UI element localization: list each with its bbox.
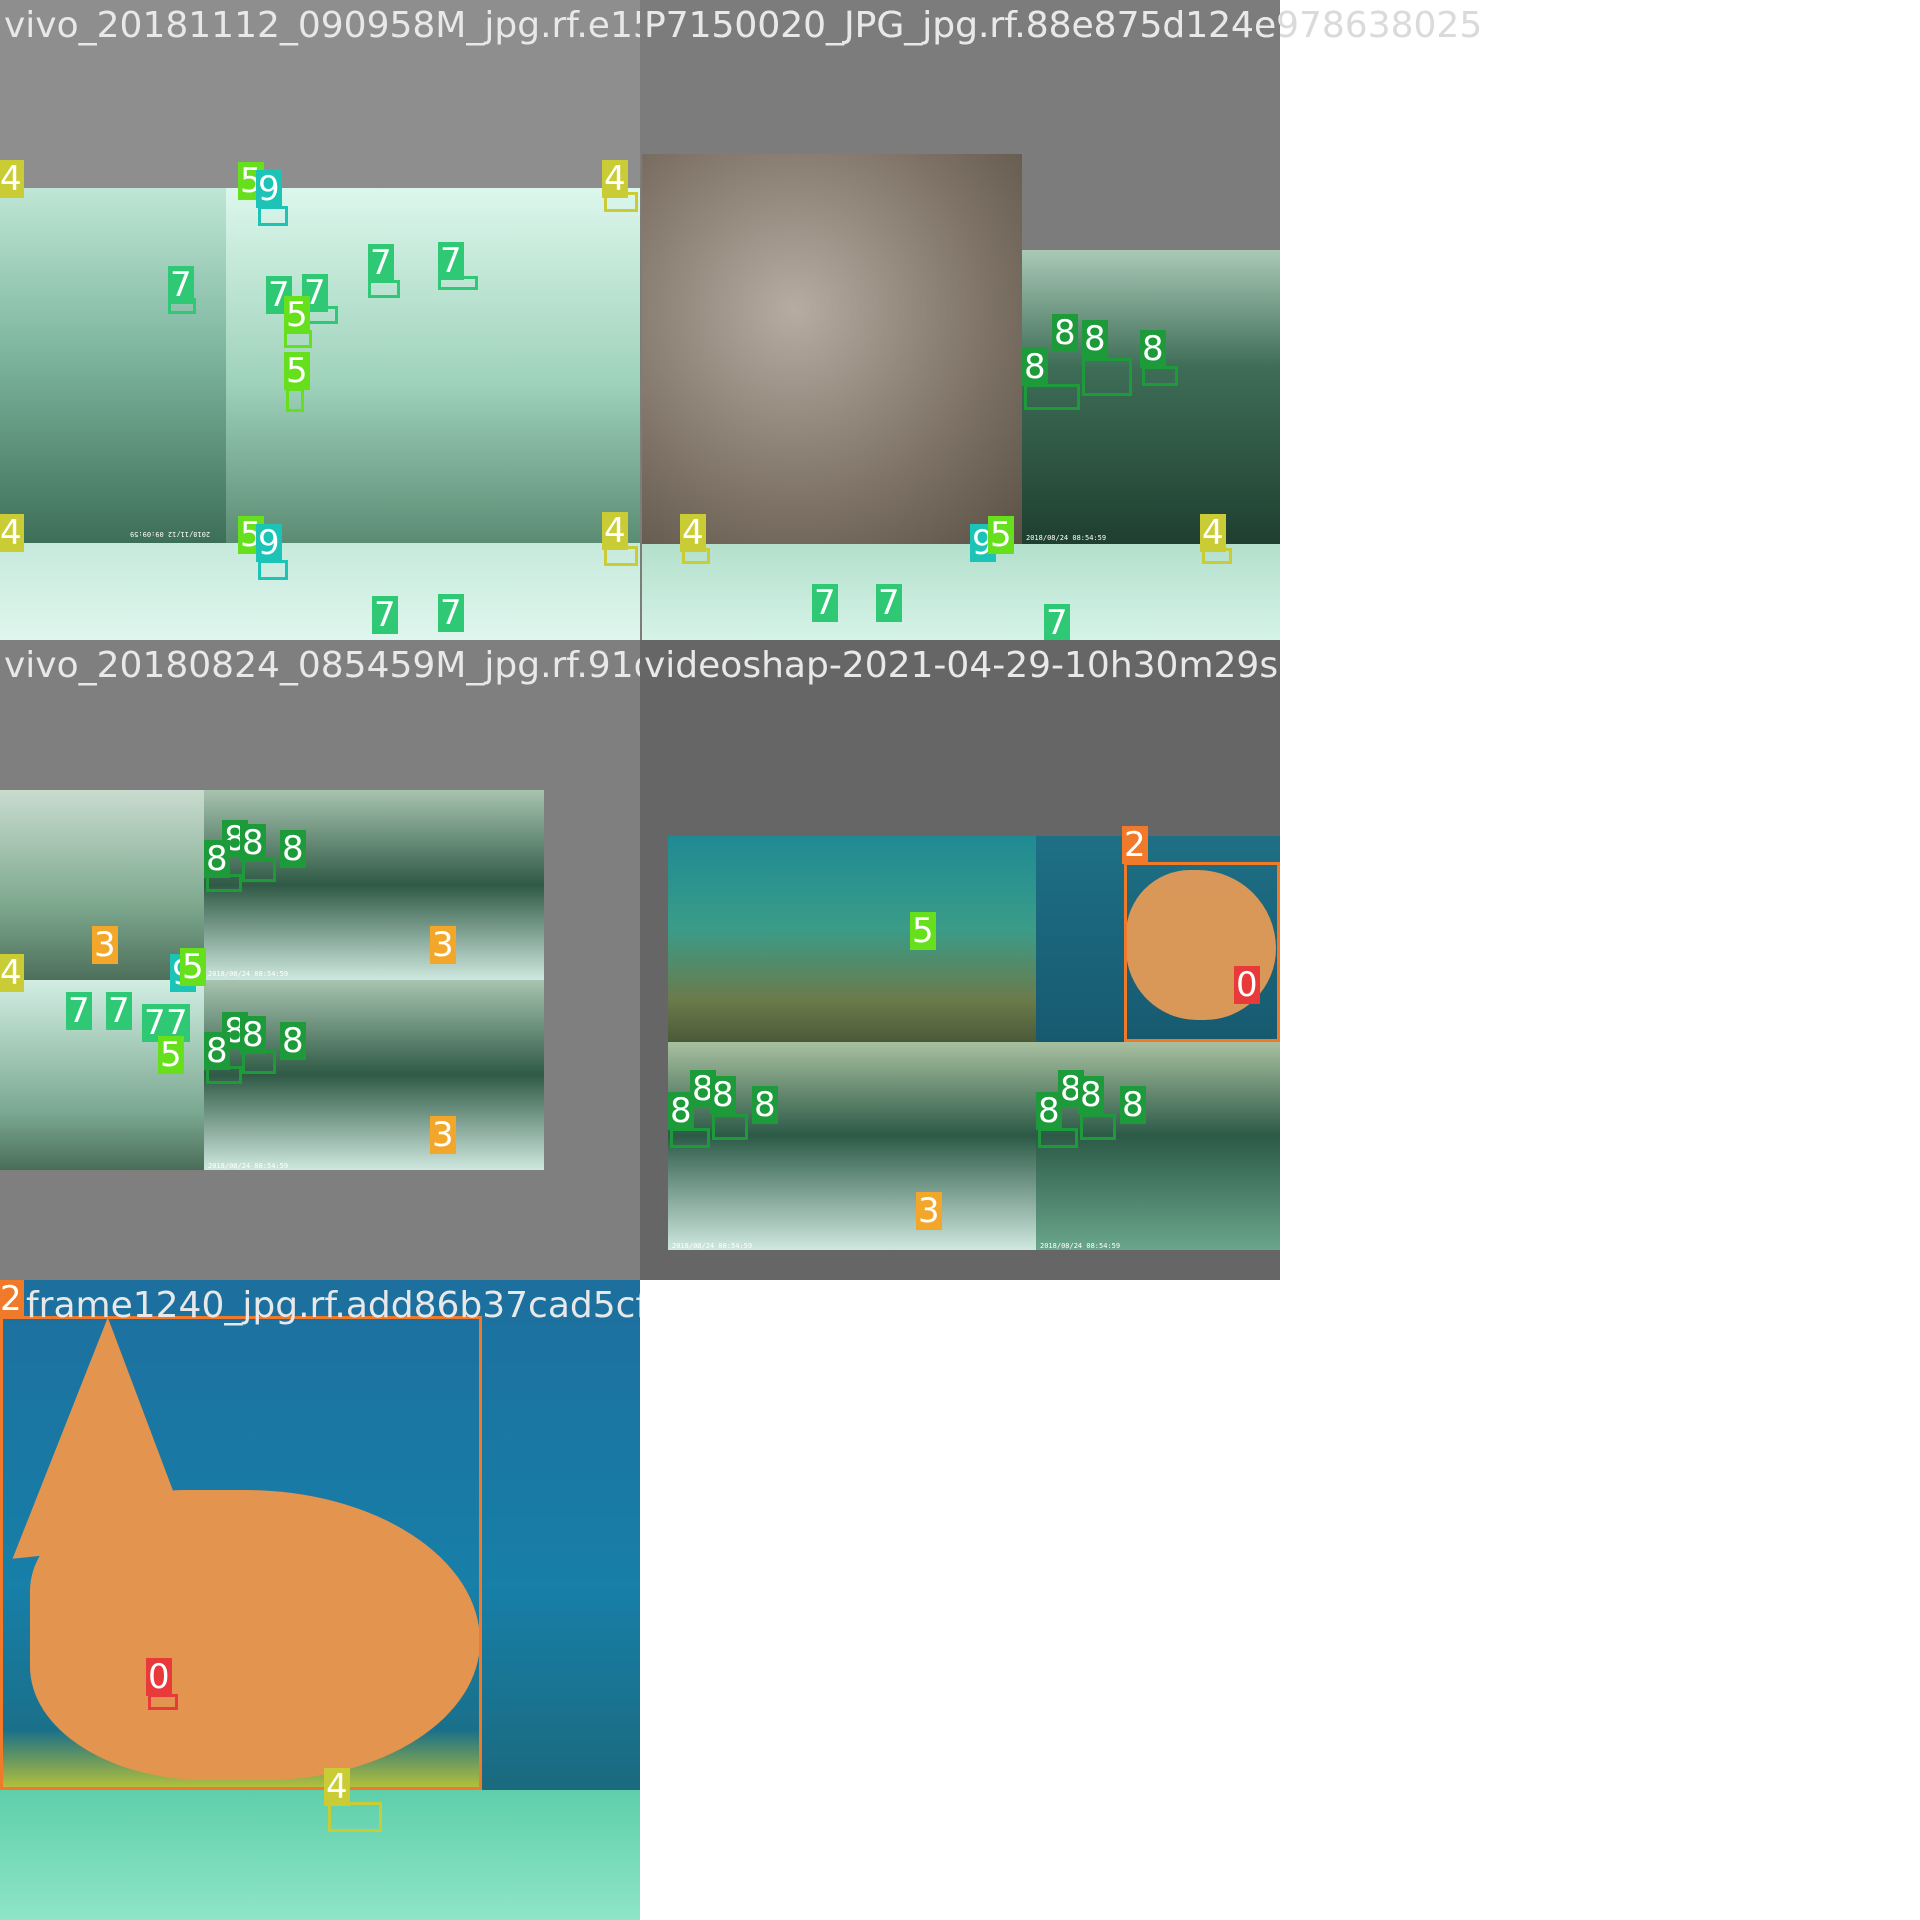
class-label-8: 8 xyxy=(1078,1075,1104,1115)
class-label-8: 8 xyxy=(1022,347,1048,387)
class-label-8: 8 xyxy=(710,1075,736,1115)
photo-timestamp: 2018/08/24 08:54:59 xyxy=(1026,534,1107,542)
class-label-7: 7 xyxy=(368,243,394,283)
mosaic-tile-2: 2018/08/24 08:54:59 8 8 8 8 4 9 5 4 7 7 … xyxy=(640,0,1280,640)
detection-box xyxy=(0,1316,482,1790)
class-label-3: 3 xyxy=(92,925,118,965)
photo-timestamp: 2018/08/24 08:54:59 xyxy=(672,1242,753,1250)
photo-timestamp: 2018/11/12 09:09:59 xyxy=(130,530,211,538)
class-label-4: 4 xyxy=(680,513,706,553)
class-label-7: 7 xyxy=(106,991,132,1031)
class-label-4: 4 xyxy=(324,1767,350,1807)
mosaic-tile-5: 2 0 4 frame1240_jpg.rf.add86b37cad5cf5b2… xyxy=(0,1280,640,1920)
class-label-8: 8 xyxy=(1120,1085,1146,1125)
underwater-photo-left xyxy=(0,188,226,543)
tile-title: vivo_20181112_090958M_jpg.rf.e15c8970b5b… xyxy=(4,5,640,46)
underwater-photo-bottom xyxy=(0,543,640,640)
mosaic-tile-3: 2018/08/24 08:54:59 2018/08/24 08:54:59 … xyxy=(0,640,640,1280)
class-label-5: 5 xyxy=(910,911,936,951)
class-label-4: 4 xyxy=(0,513,24,553)
class-label-7: 7 xyxy=(372,595,398,635)
detection-box xyxy=(1038,1128,1078,1148)
class-label-8: 8 xyxy=(204,1031,230,1071)
seabed-photo xyxy=(642,154,1022,544)
detection-box xyxy=(670,1128,710,1148)
detection-box xyxy=(1024,384,1080,410)
class-label-8: 8 xyxy=(240,1015,266,1055)
underwater-photo-br xyxy=(204,980,544,1170)
class-label-4: 4 xyxy=(602,159,628,199)
class-label-4: 4 xyxy=(1200,513,1226,553)
detection-box xyxy=(712,1114,748,1140)
mosaic-tile-4: 2018/08/24 08:54:59 2018/08/24 08:54:59 … xyxy=(640,640,1280,1280)
tile-title: videoshap-2021-04-29-10h30m29s339_jpg.rf… xyxy=(644,645,1280,686)
detection-box xyxy=(1082,358,1132,396)
class-label-8: 8 xyxy=(204,839,230,879)
tile-title: frame1240_jpg.rf.add86b37cad5cf5b2b44f55 xyxy=(26,1285,640,1326)
class-label-3: 3 xyxy=(430,1115,456,1155)
detection-box xyxy=(1142,366,1178,386)
underwater-photo-tr xyxy=(204,790,544,980)
detection-box xyxy=(258,560,288,580)
class-label-7: 7 xyxy=(876,583,902,623)
photo-timestamp: 2018/08/24 08:54:59 xyxy=(208,1162,289,1170)
class-label-7: 7 xyxy=(438,241,464,281)
class-label-8: 8 xyxy=(280,829,306,869)
class-label-4: 4 xyxy=(602,511,628,551)
class-label-7: 7 xyxy=(66,991,92,1031)
tile-title: vivo_20180824_085459M_jpg.rf.91d57dcd915 xyxy=(4,645,640,686)
underwater-photo-bottom xyxy=(642,544,1280,640)
underwater-photo-bottom xyxy=(0,1790,640,1920)
class-label-5: 5 xyxy=(988,515,1014,555)
class-label-8: 8 xyxy=(1052,313,1078,353)
class-label-8: 8 xyxy=(240,823,266,863)
class-label-8: 8 xyxy=(668,1091,694,1131)
photo-timestamp: 2018/08/24 08:54:59 xyxy=(208,970,289,978)
class-label-8: 8 xyxy=(752,1085,778,1125)
class-label-5: 5 xyxy=(158,1035,184,1075)
class-label-7: 7 xyxy=(438,593,464,633)
class-label-5: 5 xyxy=(180,947,206,987)
class-label-2: 2 xyxy=(1122,825,1148,865)
detection-box xyxy=(286,388,304,412)
reef-photo xyxy=(668,836,1036,1042)
detection-box xyxy=(258,206,288,226)
mosaic-tile-1: 2018/11/12 09:09:59 4 4 5 9 7 7 7 7 7 5 … xyxy=(0,0,640,640)
class-label-0: 0 xyxy=(146,1657,172,1697)
class-label-4: 4 xyxy=(0,953,24,993)
class-label-3: 3 xyxy=(430,925,456,965)
class-label-7: 7 xyxy=(1044,603,1070,640)
detection-box xyxy=(1080,1114,1116,1140)
class-label-5: 5 xyxy=(284,351,310,391)
underwater-photo-bl xyxy=(668,1042,1036,1250)
class-label-2: 2 xyxy=(0,1280,24,1319)
class-label-3: 3 xyxy=(916,1191,942,1231)
class-label-9: 9 xyxy=(256,523,282,563)
photo-timestamp: 2018/08/24 08:54:59 xyxy=(1040,1242,1121,1250)
class-label-8: 8 xyxy=(1082,319,1108,359)
class-label-0: 0 xyxy=(1234,965,1260,1005)
class-label-8: 8 xyxy=(1036,1091,1062,1131)
class-label-4: 4 xyxy=(0,159,24,199)
class-label-8: 8 xyxy=(280,1021,306,1061)
class-label-9: 9 xyxy=(256,169,282,209)
class-label-8: 8 xyxy=(1140,329,1166,369)
detection-box xyxy=(1124,862,1280,1042)
tile-title: P7150020_JPG_jpg.rf.88e875d124e978638025 xyxy=(644,5,1280,46)
class-label-5: 5 xyxy=(284,295,310,335)
class-label-7: 7 xyxy=(812,583,838,623)
class-label-7: 7 xyxy=(168,265,194,305)
